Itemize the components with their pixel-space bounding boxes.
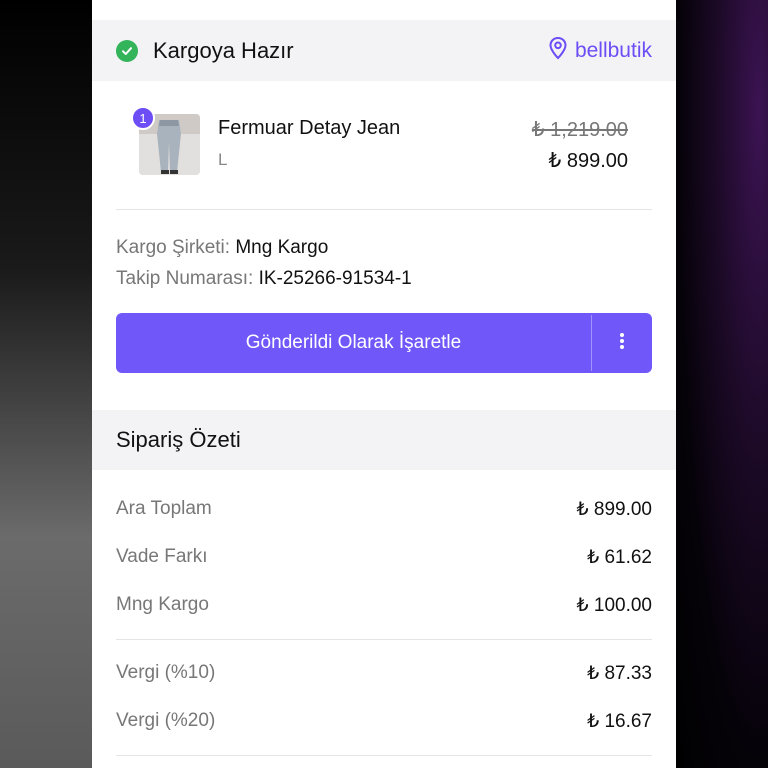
tracking-number-line: Takip Numarası: IK-25266-91534-1 <box>116 263 652 294</box>
summary-row-subtotal: Ara Toplam ₺ 899.00 <box>116 485 652 533</box>
summary-amount: ₺ 61.62 <box>587 546 652 568</box>
summary-row-tax-10: Vergi (%10) ₺ 87.33 <box>116 649 652 697</box>
status-title: Kargoya Hazır <box>153 37 294 63</box>
quantity-badge: 1 <box>131 106 155 130</box>
summary-row-tax-20: Vergi (%20) ₺ 16.67 <box>116 697 652 745</box>
more-options-button[interactable] <box>592 313 652 373</box>
order-status-header: Kargoya Hazır bellbutik <box>92 20 676 81</box>
background-left <box>0 0 92 768</box>
product-item[interactable]: 1 Fermuar Detay Jean L ₺ 1,219.00 ₺ 899.… <box>92 81 676 209</box>
status-group: Kargoya Hazır <box>116 38 294 64</box>
summary-label: Vergi (%20) <box>116 710 216 731</box>
order-summary-header: Sipariş Özeti <box>92 410 676 470</box>
summary-row-shipping: Mng Kargo ₺ 100.00 <box>116 581 652 629</box>
mark-as-shipped-button[interactable]: Gönderildi Olarak İşaretle <box>116 313 591 373</box>
summary-amount: ₺ 16.67 <box>587 710 652 732</box>
summary-row-installment-fee: Vade Farkı ₺ 61.62 <box>116 533 652 581</box>
summary-label: Ara Toplam <box>116 498 212 519</box>
store-link[interactable]: bellbutik <box>548 36 652 66</box>
shipping-company-line: Kargo Şirketi: Mng Kargo <box>116 232 652 263</box>
divider <box>116 755 652 756</box>
summary-amount: ₺ 87.33 <box>587 662 652 684</box>
sale-price: ₺ 899.00 <box>548 150 628 172</box>
summary-amount: ₺ 100.00 <box>576 594 652 616</box>
divider <box>116 639 652 640</box>
background-right <box>676 0 768 768</box>
order-summary-list: Ara Toplam ₺ 899.00 Vade Farkı ₺ 61.62 M… <box>92 470 676 756</box>
shipping-company-value: Mng Kargo <box>235 237 329 258</box>
action-button-group: Gönderildi Olarak İşaretle <box>116 313 652 373</box>
product-name: Fermuar Detay Jean <box>218 117 401 139</box>
original-price: ₺ 1,219.00 <box>531 119 628 141</box>
vertical-ellipsis-icon <box>619 332 625 355</box>
summary-label: Mng Kargo <box>116 594 209 615</box>
tracking-number-value[interactable]: IK-25266-91534-1 <box>259 268 412 289</box>
summary-label: Vergi (%10) <box>116 662 216 683</box>
top-strip <box>92 0 676 20</box>
location-pin-icon <box>548 36 568 66</box>
check-circle-icon <box>116 39 138 62</box>
summary-label: Vade Farkı <box>116 546 208 567</box>
order-detail-screen: Kargoya Hazır bellbutik 1 Fermuar Detay … <box>92 0 676 768</box>
shipping-info: Kargo Şirketi: Mng Kargo Takip Numarası:… <box>92 210 676 294</box>
summary-amount: ₺ 899.00 <box>576 498 652 520</box>
product-variant: L <box>218 150 228 169</box>
shipping-company-label: Kargo Şirketi: <box>116 237 231 258</box>
tracking-number-label: Takip Numarası: <box>116 268 254 289</box>
store-name: bellbutik <box>574 38 652 62</box>
